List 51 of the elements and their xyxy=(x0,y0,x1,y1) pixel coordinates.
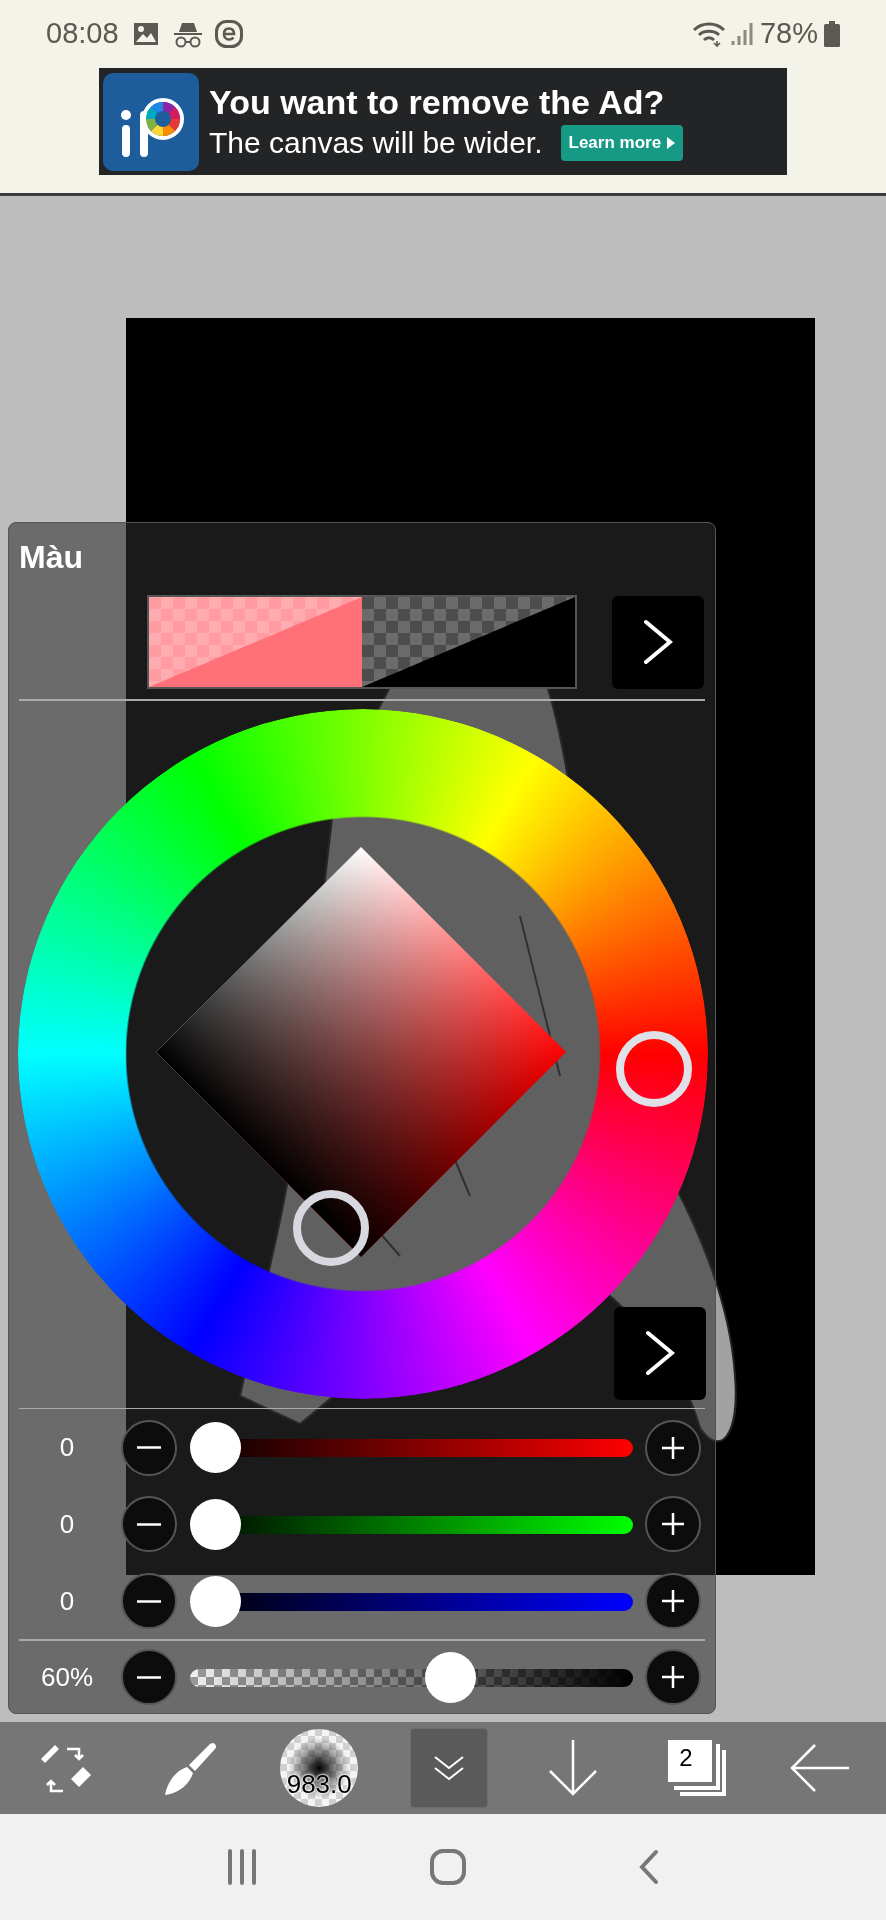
play-triangle-icon xyxy=(667,136,676,149)
plus-icon xyxy=(660,1588,686,1615)
plus-icon xyxy=(660,1664,686,1691)
arrow-down-icon xyxy=(546,1738,599,1798)
collapse-button[interactable] xyxy=(409,1728,488,1808)
status-time: 08:08 xyxy=(46,16,119,52)
expand-button[interactable] xyxy=(612,595,704,689)
slider-value: 0 xyxy=(58,1507,76,1541)
hue-cursor[interactable] xyxy=(616,1031,692,1107)
home-icon[interactable] xyxy=(430,1849,466,1885)
image-icon xyxy=(132,22,159,46)
ad-banner[interactable]: You want to remove the Ad? The canvas will be wider. Learn more xyxy=(99,68,787,175)
brush-size-button[interactable]: 983.0 xyxy=(274,1728,365,1808)
layers-stack-icon xyxy=(666,1738,727,1798)
chevron-right-icon xyxy=(645,1330,675,1377)
battery-icon xyxy=(824,21,840,47)
opacity-slider[interactable] xyxy=(190,1651,633,1703)
recent-apps-icon[interactable] xyxy=(226,1849,258,1885)
slider-value: 0 xyxy=(58,1431,76,1465)
color-cursor[interactable] xyxy=(293,1190,369,1266)
layer-count: 2 xyxy=(679,1746,693,1770)
signal-icon xyxy=(729,21,754,47)
incognito-icon xyxy=(172,20,203,48)
panel-title: Màu xyxy=(19,538,84,577)
layers-button[interactable]: 2 xyxy=(657,1728,736,1808)
minus-icon xyxy=(137,1599,161,1603)
main-color-swatch[interactable] xyxy=(149,597,362,687)
app-logo-icon xyxy=(103,72,199,171)
plus-icon xyxy=(660,1434,686,1461)
circled-e-icon xyxy=(214,20,243,48)
minus-icon xyxy=(137,1675,161,1679)
channel-slider[interactable] xyxy=(190,1498,633,1550)
chevron-right-icon xyxy=(643,619,673,665)
sub-color-swatch[interactable] xyxy=(362,597,575,687)
expand-button[interactable] xyxy=(614,1307,706,1400)
plus-icon xyxy=(660,1511,686,1538)
channel-slider[interactable] xyxy=(190,1575,633,1627)
slider-value: 60% xyxy=(39,1660,94,1694)
minus-icon xyxy=(137,1522,161,1526)
slider-value: 0 xyxy=(58,1584,76,1618)
ad-subline: The canvas will be wider. xyxy=(209,124,543,161)
ad-headline: You want to remove the Ad? xyxy=(209,81,666,123)
channel-slider[interactable] xyxy=(190,1422,633,1474)
wifi-icon xyxy=(691,21,726,47)
arrow-left-icon xyxy=(789,1742,852,1794)
battery-percent: 78% xyxy=(759,16,818,52)
brush-size-value: 983.0 xyxy=(286,1768,352,1801)
minus-icon xyxy=(137,1446,161,1450)
slider-thumb[interactable] xyxy=(190,1575,241,1627)
learn-more-button[interactable]: Learn more xyxy=(560,124,684,161)
back-icon[interactable] xyxy=(638,1849,660,1885)
